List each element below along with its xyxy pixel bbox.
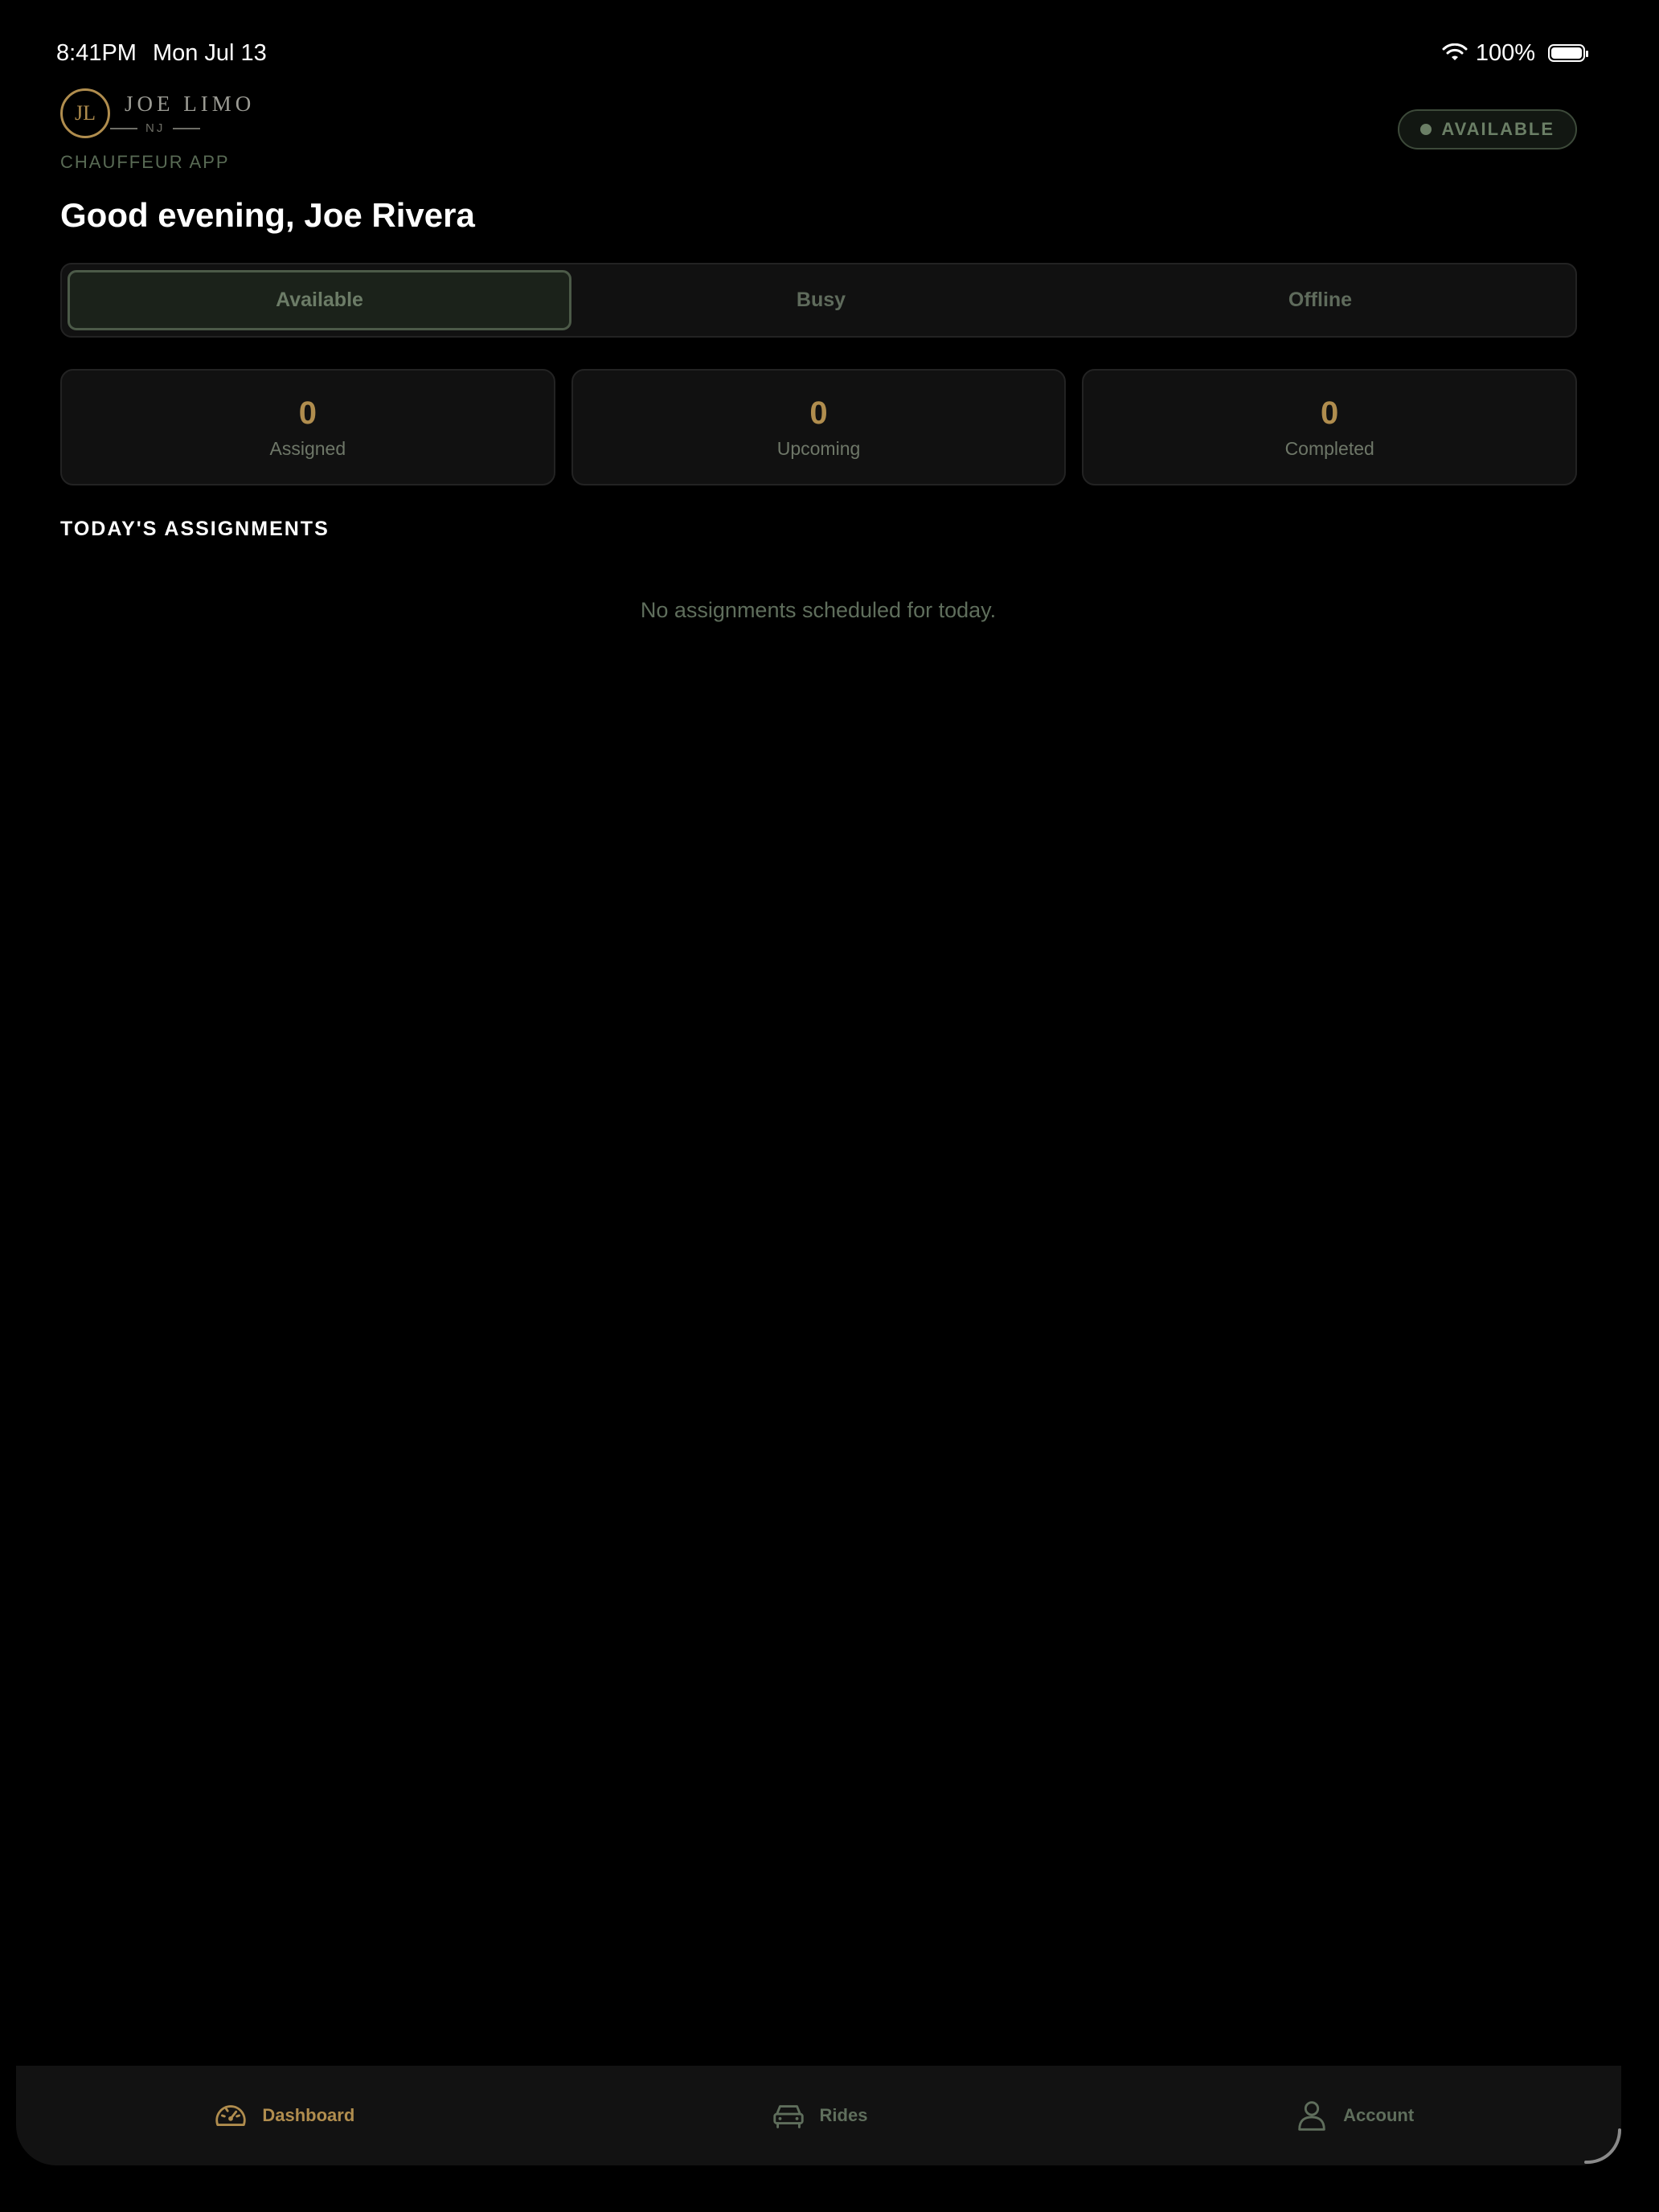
assignments-empty-message: No assignments scheduled for today. [640,598,997,622]
bottom-tab-bar: Dashboard Rides Account [16,2066,1621,2165]
stat-card-assigned: 0 Assigned [60,369,555,485]
tab-dashboard[interactable]: Dashboard [16,2066,551,2165]
app-screen: 8:41PM Mon Jul 13 100% JL JOE LIMO NJ CH… [0,0,1659,2212]
speedometer-icon [215,2105,247,2126]
wifi-icon [1442,43,1468,60]
segment-busy[interactable]: Busy [571,270,1071,330]
status-date: Mon Jul 13 [152,39,267,66]
logo-divider [173,127,201,129]
status-bar: 8:41PM Mon Jul 13 100% [56,37,1588,69]
logo-region: NJ [145,121,166,135]
car-icon [772,2105,804,2128]
status-badge: AVAILABLE [1398,109,1577,150]
tab-account-label: Account [1343,2105,1415,2125]
greeting-title: Good evening, Joe Rivera [60,196,475,234]
battery-percent: 100% [1475,39,1535,66]
availability-segmented-control: Available Busy Offline [60,263,1577,338]
person-icon [1298,2101,1325,2131]
segment-available[interactable]: Available [68,270,571,330]
battery-icon [1548,44,1588,62]
stats-row: 0 Assigned 0 Upcoming 0 Completed [60,369,1578,485]
stat-label: Assigned [269,437,346,459]
stat-label: Upcoming [776,437,861,459]
corner-arc-icon [1584,2128,1622,2165]
stat-value: 0 [1321,395,1339,431]
tab-dashboard-label: Dashboard [262,2105,355,2125]
stat-value: 0 [809,395,828,431]
stat-value: 0 [298,395,317,431]
logo-badge: JL [60,88,110,138]
status-dot-icon [1420,124,1432,135]
stat-label: Completed [1284,437,1374,459]
logo-name: JOE LIMO [125,92,256,116]
stat-card-completed: 0 Completed [1082,369,1578,485]
status-time: 8:41PM [56,39,137,66]
tab-rides[interactable]: Rides [551,2066,1087,2165]
assignments-section-title: TODAY'S ASSIGNMENTS [60,518,330,540]
logo-initials: JL [75,101,96,125]
company-logo: JL JOE LIMO NJ [60,88,255,138]
tab-rides-label: Rides [819,2105,868,2125]
tab-account[interactable]: Account [1086,2066,1621,2165]
stat-card-upcoming: 0 Upcoming [571,369,1067,485]
segment-offline[interactable]: Offline [1071,270,1570,330]
logo-divider [110,127,137,129]
app-subtitle: CHAUFFEUR APP [60,152,230,172]
status-badge-label: AVAILABLE [1441,119,1555,139]
